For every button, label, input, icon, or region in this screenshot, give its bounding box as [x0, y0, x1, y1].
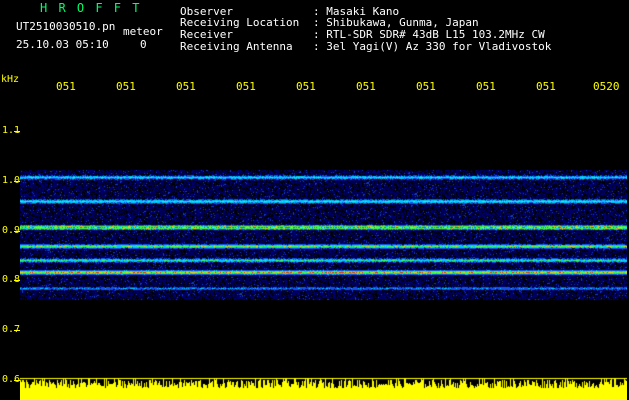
time-tick: 051 [116, 80, 136, 93]
hrofft-logo: H R O F F T [40, 1, 142, 15]
file-name: UT2510030510.pn [16, 20, 116, 33]
time-tick: 051 [536, 80, 556, 93]
time-tick: 051 [416, 80, 436, 93]
spectrogram-canvas [20, 100, 627, 400]
time-tick: 051 [356, 80, 376, 93]
meteor-count: 0 [140, 38, 147, 51]
antenna-label: Receiving Antenna [180, 40, 293, 53]
time-tick: 051 [296, 80, 316, 93]
frequency-unit-label: kHz [1, 74, 20, 85]
time-tick: 051 [236, 80, 256, 93]
meteor-label: meteor [123, 25, 163, 38]
time-tick: 051 [176, 80, 196, 93]
time-tick: 051 [476, 80, 496, 93]
timestamp: 25.10.03 05:10 [16, 38, 109, 51]
time-tick: 0520 [593, 80, 620, 93]
time-tick: 051 [56, 80, 76, 93]
antenna-value: : 3el Yagi(V) Az 330 for Vladivostok [313, 40, 552, 53]
hrofft-spectrogram-window: H R O F F T UT2510030510.pn meteor 25.10… [0, 0, 629, 400]
